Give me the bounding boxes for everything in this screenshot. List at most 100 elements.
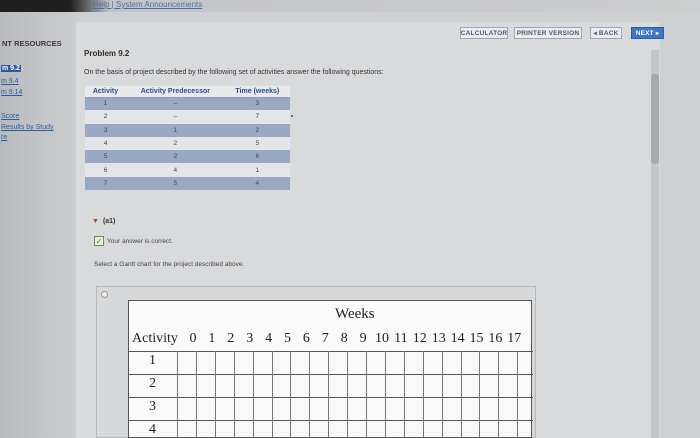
grid-line (384, 351, 386, 438)
grid-line (252, 351, 254, 438)
table-row: 1–3 (85, 97, 290, 111)
cell: – (126, 110, 225, 124)
part-a1-toggle[interactable]: ▼ (a1) (92, 218, 115, 225)
table-header-row: Activity Activity Predecessor Time (week… (85, 86, 290, 98)
grid-line (129, 351, 533, 352)
week-header-3: 3 (246, 331, 254, 346)
answer-status-text: Your answer is correct. (107, 237, 173, 245)
week-header-7: 7 (321, 331, 329, 346)
table-row: 425 (85, 136, 290, 151)
grid-line (233, 351, 235, 438)
grid-line (129, 397, 533, 398)
cell: 1 (224, 163, 290, 177)
week-header-4: 4 (265, 331, 273, 346)
cell: 2 (224, 123, 290, 137)
question-text: Select a Gantt chart for the project des… (94, 261, 245, 268)
week-header-6: 6 (302, 331, 310, 346)
grid-line (129, 420, 533, 421)
printer-version-button[interactable]: PRINTER VERSION (514, 27, 582, 39)
table-row: 526 (85, 150, 290, 164)
cell: 2 (85, 110, 127, 124)
grid-line (129, 374, 533, 375)
column-header-time: Time (weeks) (224, 86, 290, 98)
back-button[interactable]: ◂ BACK (590, 27, 622, 39)
sidebar-item-results-by-study[interactable]: Results by Study (1, 124, 54, 131)
week-header-1: 1 (208, 331, 216, 346)
top-links[interactable]: Help | System Announcements (93, 0, 202, 9)
week-header-9: 9 (359, 331, 367, 346)
cell: 7 (85, 176, 127, 191)
gantt-row-label: 3 (149, 399, 156, 414)
week-header-11: 11 (394, 331, 408, 346)
sidebar-title: NT RESOURCES (2, 39, 62, 48)
table-row: 754 (85, 176, 290, 191)
grid-line (517, 351, 519, 438)
activity-label: Activity (132, 331, 178, 346)
sidebar-item-score[interactable]: Score (1, 113, 19, 120)
grid-line (441, 351, 443, 438)
week-header-10: 10 (375, 331, 389, 346)
week-header-2: 2 (227, 331, 235, 346)
weeks-label: Weeks (335, 306, 375, 322)
grid-line (328, 351, 330, 438)
cell: 4 (85, 136, 127, 151)
column-header-predecessor: Activity Predecessor (126, 86, 225, 98)
problem-text: On the basis of project described by the… (84, 69, 384, 76)
cell: 1 (126, 123, 225, 137)
answer-status: ✓ Your answer is correct. (94, 236, 173, 246)
cell: 1 (85, 97, 127, 111)
week-header-12: 12 (412, 331, 427, 346)
scrollbar-thumb[interactable] (651, 74, 659, 164)
cell: 6 (85, 163, 127, 177)
grid-line (309, 351, 311, 438)
week-header-5: 5 (284, 331, 291, 346)
cell: 6 (224, 150, 290, 164)
gantt-row-label: 2 (149, 376, 156, 391)
grid-line (366, 351, 367, 438)
cell: 2 (126, 136, 225, 151)
sidebar-item-9-4[interactable]: m 9.4 (1, 78, 19, 85)
grid-line (177, 351, 178, 438)
week-header-14: 14 (450, 331, 465, 346)
week-header-15: 15 (469, 331, 484, 346)
cell: 5 (126, 176, 225, 191)
bullet-dot (291, 115, 293, 117)
gantt-row-label: 4 (149, 422, 156, 437)
cell: 3 (85, 123, 127, 137)
cell: 7 (224, 110, 290, 124)
grid-line (422, 351, 424, 438)
week-header-0: 0 (189, 331, 197, 346)
sidebar-item-re[interactable]: re (1, 134, 7, 141)
table-row: 312 (85, 123, 290, 137)
grid-line (403, 351, 405, 438)
cell: – (126, 97, 225, 111)
gantt-row-label: 1 (149, 353, 156, 368)
cell: 5 (85, 150, 127, 164)
calculator-button[interactable]: CALCULATOR (460, 27, 508, 39)
sidebar-item-9-14[interactable]: m 9.14 (1, 89, 22, 96)
cell: 4 (224, 176, 290, 191)
answer-radio-button[interactable] (101, 291, 108, 298)
grid-line (479, 351, 481, 438)
triangle-down-icon: ▼ (92, 218, 99, 225)
checkmark-icon: ✓ (94, 236, 104, 246)
table-row: 2–7 (85, 110, 290, 124)
grid-line (460, 351, 462, 438)
next-button[interactable]: NEXT ▸ (631, 27, 664, 39)
sidebar-item-9-2[interactable]: m 9.2 (1, 65, 21, 72)
cell: 3 (224, 97, 290, 111)
grid-line (290, 351, 292, 438)
grid-line (271, 351, 273, 438)
cell: 5 (224, 136, 290, 151)
week-header-17: 17 (507, 331, 522, 346)
column-header-activity: Activity (85, 86, 127, 98)
cell: 2 (126, 150, 225, 164)
week-header-13: 13 (431, 331, 446, 346)
gantt-chart-option[interactable]: Weeks Activity 0 1 2 3 4 5 6 7 8 9 10 11 12 13 14 15 16 1… (128, 300, 533, 438)
grid-line (347, 351, 349, 438)
part-label-text: (a1) (102, 218, 116, 225)
table-row: 641 (85, 163, 290, 177)
grid-line (214, 351, 216, 438)
grid-line (195, 351, 197, 438)
grid-line (498, 351, 500, 438)
